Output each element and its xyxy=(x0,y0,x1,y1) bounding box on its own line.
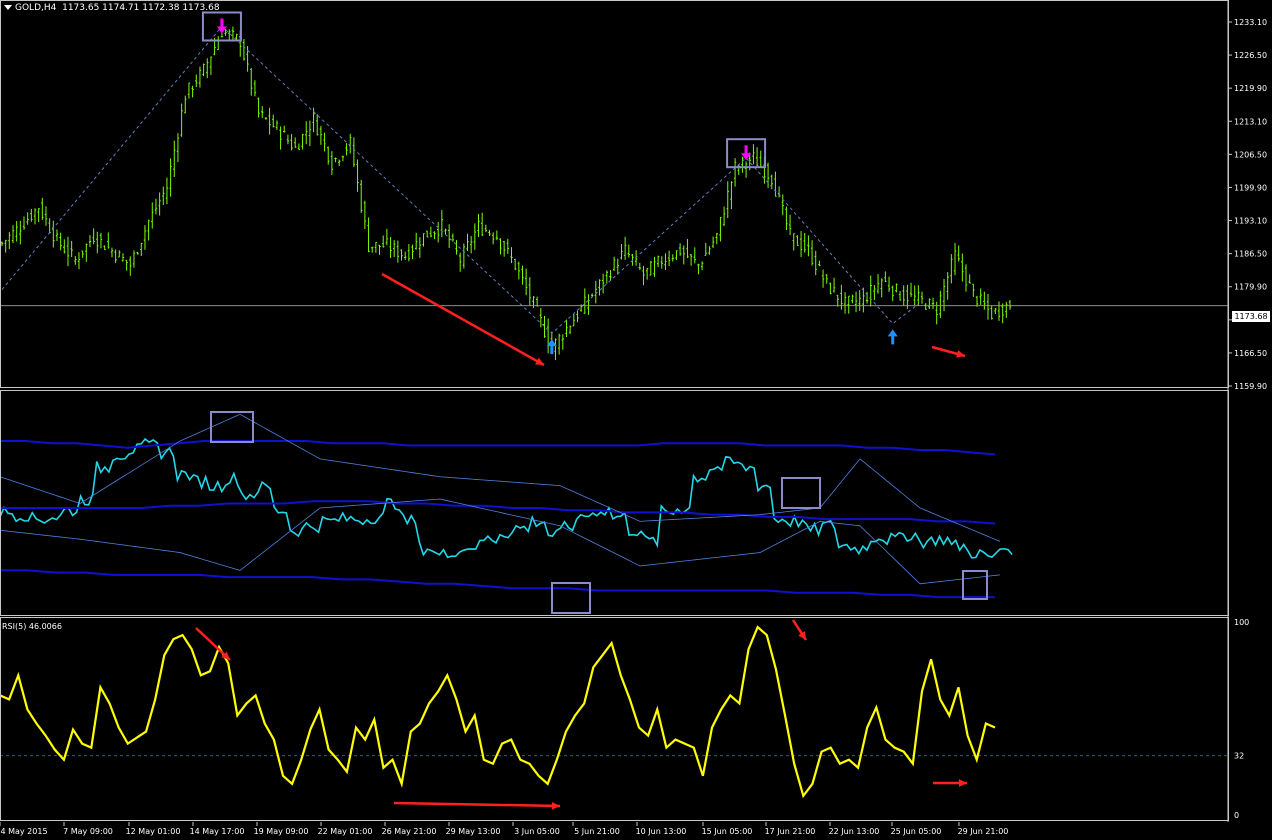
time-tick-label: 15 Jun 05:00 xyxy=(702,827,753,836)
time-tick-label: 26 May 21:00 xyxy=(382,827,437,836)
ohlc-values: 1173.65 1174.71 1172.38 1173.68 xyxy=(62,3,220,13)
price-tick-label: 1219.90 xyxy=(1234,84,1267,93)
time-tick-label: 25 Jun 05:00 xyxy=(891,827,942,836)
price-tick-label: 1233.10 xyxy=(1234,18,1267,27)
zigzag-line xyxy=(1,25,919,335)
lower-band xyxy=(0,569,995,599)
price-frame xyxy=(0,0,1229,388)
price-panel xyxy=(0,11,1228,367)
chart-header: GOLD,H4 1173.65 1174.71 1172.38 1173.68 xyxy=(4,3,220,13)
price-tick-label: 1213.10 xyxy=(1234,117,1267,126)
time-tick-label: 17 Jun 21:00 xyxy=(765,827,816,836)
inner-upper-envelope xyxy=(0,413,1001,542)
time-tick-label: 22 Jun 13:00 xyxy=(829,827,880,836)
time-tick-label: 3 Jun 05:00 xyxy=(514,827,560,836)
price-tick-label: 1226.50 xyxy=(1234,51,1267,60)
time-tick-label: 19 May 09:00 xyxy=(254,827,309,836)
rsi-level-label: 100 xyxy=(1234,618,1249,627)
highlight-box xyxy=(781,477,821,509)
highlight-box xyxy=(962,570,988,600)
rsi-line xyxy=(0,625,996,799)
time-tick-label: 29 May 13:00 xyxy=(446,827,501,836)
price-tick-label: 1199.90 xyxy=(1234,183,1267,192)
inner-lower-envelope xyxy=(0,498,1001,585)
rsi-frame xyxy=(0,617,1229,821)
middle-band xyxy=(0,500,996,525)
price-tick-label: 1186.50 xyxy=(1234,250,1267,259)
buy-arrow-icon xyxy=(887,329,898,345)
time-tick-label: 7 May 09:00 xyxy=(63,827,113,836)
price-tick-label: 1179.90 xyxy=(1234,283,1267,292)
rsi-divergence-arrow-head xyxy=(551,801,560,810)
divergence-arrow xyxy=(381,272,545,367)
time-tick-label: 22 May 01:00 xyxy=(318,827,373,836)
rsi-level-label: 0 xyxy=(1234,811,1239,820)
rsi-divergence-arrow-head xyxy=(958,779,967,787)
time-tick-label: 10 Jun 13:00 xyxy=(636,827,687,836)
mt4-chart: 1233.10 1226.50 1219.90 1213.10 1206.50 1199.… xyxy=(0,0,1267,836)
rsi-title: RSI(5) 46.0066 xyxy=(2,622,62,631)
price-tick-label: 1193.10 xyxy=(1234,217,1267,226)
symbol-label: GOLD,H4 xyxy=(15,3,57,13)
price-tick-label: 1166.50 xyxy=(1234,349,1267,358)
osc-frame xyxy=(0,390,1229,616)
time-tick-label: 5 Jun 21:00 xyxy=(574,827,620,836)
oscillator-panel xyxy=(0,411,1013,614)
oscillator-line xyxy=(0,437,1013,559)
price-tick-label: 1159.90 xyxy=(1234,382,1267,391)
rsi-level-label: 32 xyxy=(1234,752,1244,761)
time-tick-label: 29 Jun 21:00 xyxy=(958,827,1009,836)
highlight-box xyxy=(210,411,254,443)
time-tick-label: 14 May 17:00 xyxy=(190,827,245,836)
current-price-tag: 1173.68 xyxy=(1232,311,1270,322)
time-tick-label: 4 May 2015 xyxy=(0,827,47,836)
time-tick-label: 12 May 01:00 xyxy=(126,827,181,836)
dropdown-icon[interactable] xyxy=(4,5,12,10)
rsi-panel xyxy=(0,619,1228,810)
rsi-divergence-arrow xyxy=(393,801,561,808)
price-tick-label: 1206.50 xyxy=(1234,150,1267,159)
